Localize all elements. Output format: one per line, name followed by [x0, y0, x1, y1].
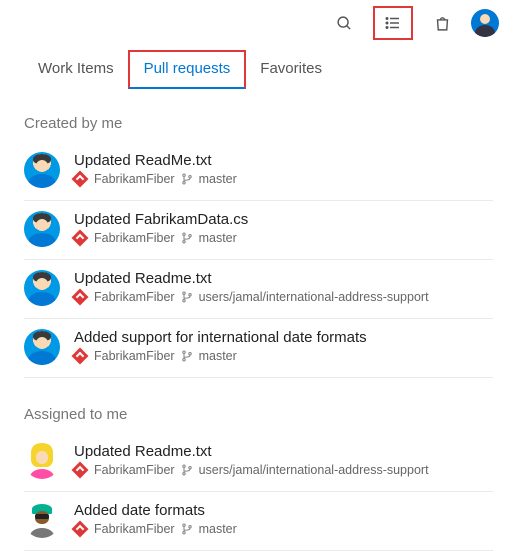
tab-pull-requests[interactable]: Pull requests	[128, 50, 247, 89]
repo-icon	[72, 171, 89, 188]
repo-name: FabrikamFiber	[94, 463, 175, 477]
branch-icon	[181, 523, 193, 535]
tab-work-items[interactable]: Work Items	[24, 54, 128, 87]
pr-row[interactable]: Updated FabrikamData.cs FabrikamFiber ma…	[24, 201, 493, 260]
pr-title: Updated ReadMe.txt	[74, 152, 493, 169]
pr-title: Updated Readme.txt	[74, 270, 493, 287]
pr-meta: FabrikamFiber master	[74, 522, 493, 536]
branch-icon	[181, 232, 193, 244]
repo-icon	[72, 521, 89, 538]
current-user-avatar[interactable]	[471, 9, 499, 37]
author-avatar	[24, 502, 60, 538]
repo-icon	[72, 348, 89, 365]
pr-row[interactable]: Updated ReadMe.txt FabrikamFiber master	[24, 142, 493, 201]
repo-name: FabrikamFiber	[94, 522, 175, 536]
search-icon[interactable]	[328, 7, 360, 39]
branch-name: master	[199, 231, 237, 245]
repo-name: FabrikamFiber	[94, 231, 175, 245]
pr-meta: FabrikamFiber master	[74, 349, 493, 363]
pr-meta: FabrikamFiber master	[74, 231, 493, 245]
pr-row[interactable]: Added date formats FabrikamFiber master	[24, 492, 493, 551]
branch-icon	[181, 350, 193, 362]
author-avatar	[24, 270, 60, 306]
tabs-bar: Work Items Pull requests Favorites	[0, 44, 517, 87]
section-title: Assigned to me	[24, 406, 493, 423]
repo-name: FabrikamFiber	[94, 349, 175, 363]
branch-name: master	[199, 349, 237, 363]
section-title: Created by me	[24, 115, 493, 132]
list-view-icon[interactable]	[373, 6, 413, 40]
pr-meta: FabrikamFiber master	[74, 172, 493, 186]
author-avatar	[24, 329, 60, 365]
branch-name: master	[199, 172, 237, 186]
pr-title: Updated Readme.txt	[74, 443, 493, 460]
branch-name: users/jamal/international-address-suppor…	[199, 463, 429, 477]
pr-title: Added date formats	[74, 502, 493, 519]
author-avatar	[24, 443, 60, 479]
branch-icon	[181, 464, 193, 476]
pr-meta: FabrikamFiber users/jamal/international-…	[74, 290, 493, 304]
pr-title: Updated FabrikamData.cs	[74, 211, 493, 228]
repo-icon	[72, 230, 89, 247]
repo-name: FabrikamFiber	[94, 290, 175, 304]
branch-icon	[181, 291, 193, 303]
branch-name: master	[199, 522, 237, 536]
tab-favorites[interactable]: Favorites	[246, 54, 336, 87]
branch-name: users/jamal/international-address-suppor…	[199, 290, 429, 304]
repo-icon	[72, 289, 89, 306]
section-created-by-me: Created by me Updated ReadMe.txt Fabrika…	[0, 115, 517, 378]
pr-row[interactable]: Updated Readme.txt FabrikamFiber users/j…	[24, 433, 493, 492]
author-avatar	[24, 211, 60, 247]
top-toolbar	[0, 0, 517, 44]
pr-title: Added support for international date for…	[74, 329, 493, 346]
pr-meta: FabrikamFiber users/jamal/international-…	[74, 463, 493, 477]
repo-icon	[72, 462, 89, 479]
pr-row[interactable]: Updated Readme.txt FabrikamFiber users/j…	[24, 260, 493, 319]
branch-icon	[181, 173, 193, 185]
repo-name: FabrikamFiber	[94, 172, 175, 186]
shopping-bag-icon[interactable]	[426, 7, 458, 39]
section-assigned-to-me: Assigned to me Updated Readme.txt Fabrik…	[0, 406, 517, 551]
author-avatar	[24, 152, 60, 188]
pr-row[interactable]: Added support for international date for…	[24, 319, 493, 378]
